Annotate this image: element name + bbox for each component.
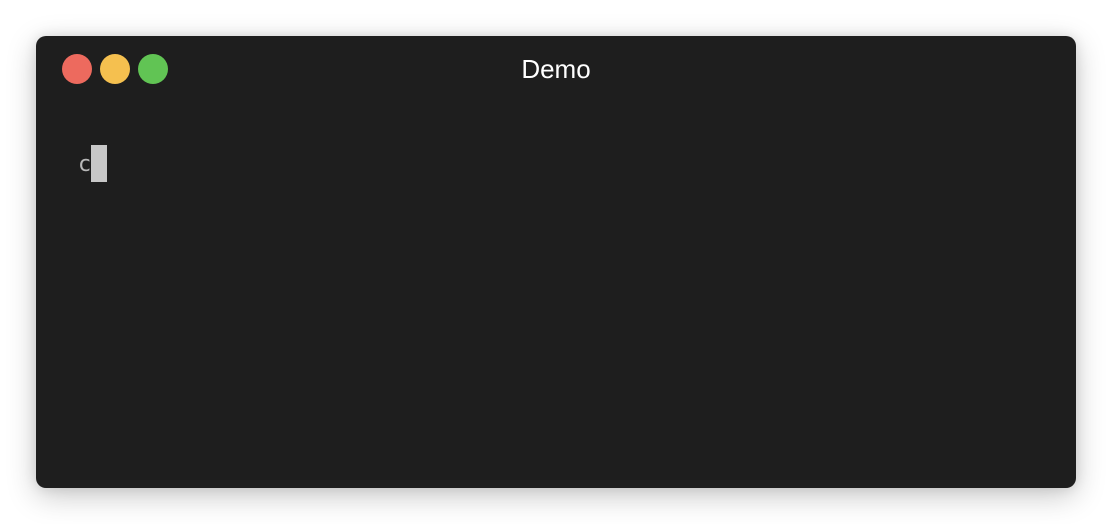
minimize-button[interactable]: [100, 54, 130, 84]
terminal-window: Demo c: [36, 36, 1076, 488]
zoom-button[interactable]: [138, 54, 168, 84]
text-cursor: [91, 145, 108, 182]
close-button[interactable]: [62, 54, 92, 84]
terminal-content[interactable]: c: [78, 145, 1046, 468]
terminal-input-text: c: [78, 152, 92, 177]
title-bar[interactable]: Demo: [36, 36, 1076, 102]
window-title: Demo: [521, 54, 591, 84]
terminal-line: c: [78, 145, 1046, 182]
